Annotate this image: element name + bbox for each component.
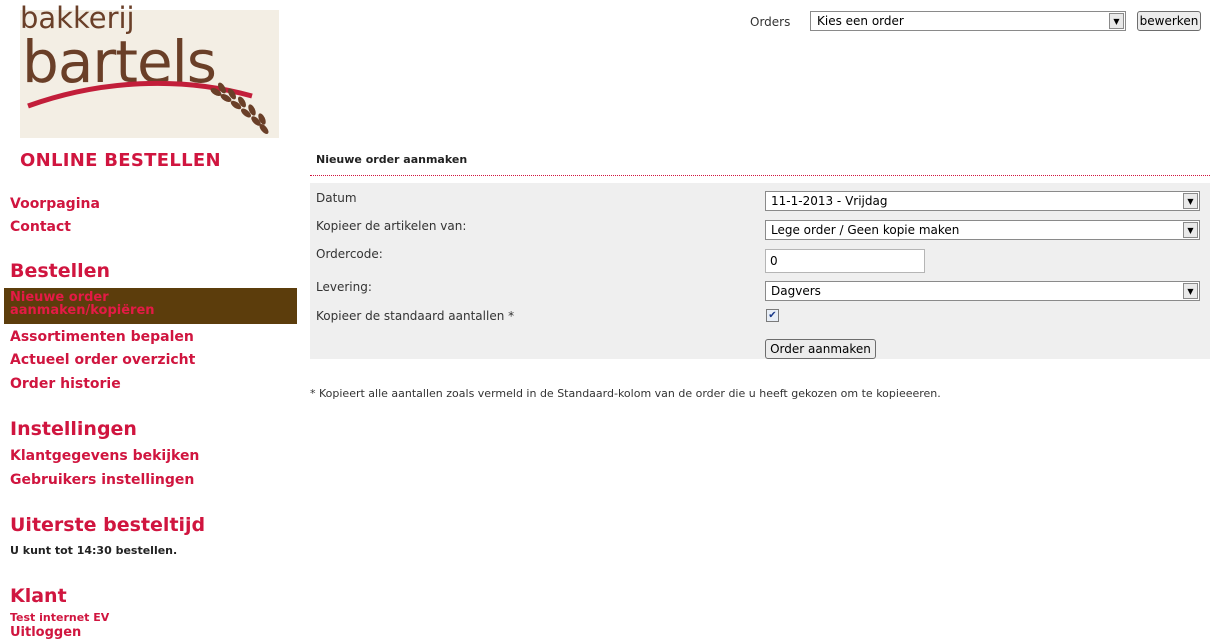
nav-nieuwe-order[interactable]: Nieuwe order aanmaken/kopiëren — [4, 288, 297, 324]
section-klant: Klant — [10, 585, 67, 607]
tagline: ONLINE BESTELLEN — [20, 150, 221, 171]
orders-select[interactable]: Kies een order ▼ — [810, 11, 1126, 31]
nav-gebruikers[interactable]: Gebruikers instellingen — [10, 472, 194, 488]
nav-nieuwe-order-label: Nieuwe order aanmaken/kopiëren — [10, 290, 155, 318]
footnote: * Kopieert alle aantallen zoals vermeld … — [310, 387, 941, 400]
checkmark-icon: ✔ — [768, 310, 777, 321]
orders-label: Orders — [750, 15, 791, 29]
create-order-button[interactable]: Order aanmaken — [765, 339, 876, 359]
nav-order-historie[interactable]: Order historie — [10, 376, 121, 392]
kopieer-select[interactable]: Lege order / Geen kopie maken ▼ — [765, 220, 1200, 240]
besteltijd-text: U kunt tot 14:30 bestellen. — [10, 544, 178, 557]
chevron-down-icon[interactable]: ▼ — [1109, 13, 1124, 29]
datum-label: Datum — [316, 191, 357, 205]
chevron-down-icon[interactable]: ▼ — [1183, 193, 1198, 209]
levering-label: Levering: — [316, 280, 372, 294]
kopieer-label: Kopieer de artikelen van: — [316, 219, 467, 233]
divider — [310, 175, 1210, 176]
datum-select-value: 11-1-2013 - Vrijdag — [771, 194, 888, 208]
kopieer-select-value: Lege order / Geen kopie maken — [771, 223, 960, 237]
nav-contact[interactable]: Contact — [10, 219, 71, 235]
section-besteltijd: Uiterste besteltijd — [10, 514, 206, 536]
standaard-checkbox[interactable]: ✔ — [766, 309, 779, 322]
nav-voorpagina[interactable]: Voorpagina — [10, 196, 100, 212]
section-instellingen: Instellingen — [10, 418, 137, 440]
orders-select-value: Kies een order — [817, 14, 904, 28]
nav-uitloggen[interactable]: Uitloggen — [10, 625, 81, 640]
ordercode-label: Ordercode: — [316, 247, 383, 261]
standaard-label: Kopieer de standaard aantallen * — [316, 309, 515, 323]
edit-order-button[interactable]: bewerken — [1137, 11, 1201, 31]
klant-name: Test internet EV — [10, 611, 110, 624]
datum-select[interactable]: 11-1-2013 - Vrijdag ▼ — [765, 191, 1200, 211]
section-bestellen: Bestellen — [10, 260, 111, 282]
wheat-icon — [27, 80, 269, 134]
logo: bakkerij bartels — [20, 1, 279, 138]
nav-actueel-overzicht[interactable]: Actueel order overzicht — [10, 352, 195, 368]
nav-klantgegevens[interactable]: Klantgegevens bekijken — [10, 448, 199, 464]
chevron-down-icon[interactable]: ▼ — [1183, 283, 1198, 299]
levering-select[interactable]: Dagvers ▼ — [765, 281, 1200, 301]
nav-assortimenten[interactable]: Assortimenten bepalen — [10, 329, 194, 345]
chevron-down-icon[interactable]: ▼ — [1183, 222, 1198, 238]
form-title: Nieuwe order aanmaken — [316, 153, 468, 166]
ordercode-input[interactable]: 0 — [765, 249, 925, 273]
levering-select-value: Dagvers — [771, 284, 821, 298]
